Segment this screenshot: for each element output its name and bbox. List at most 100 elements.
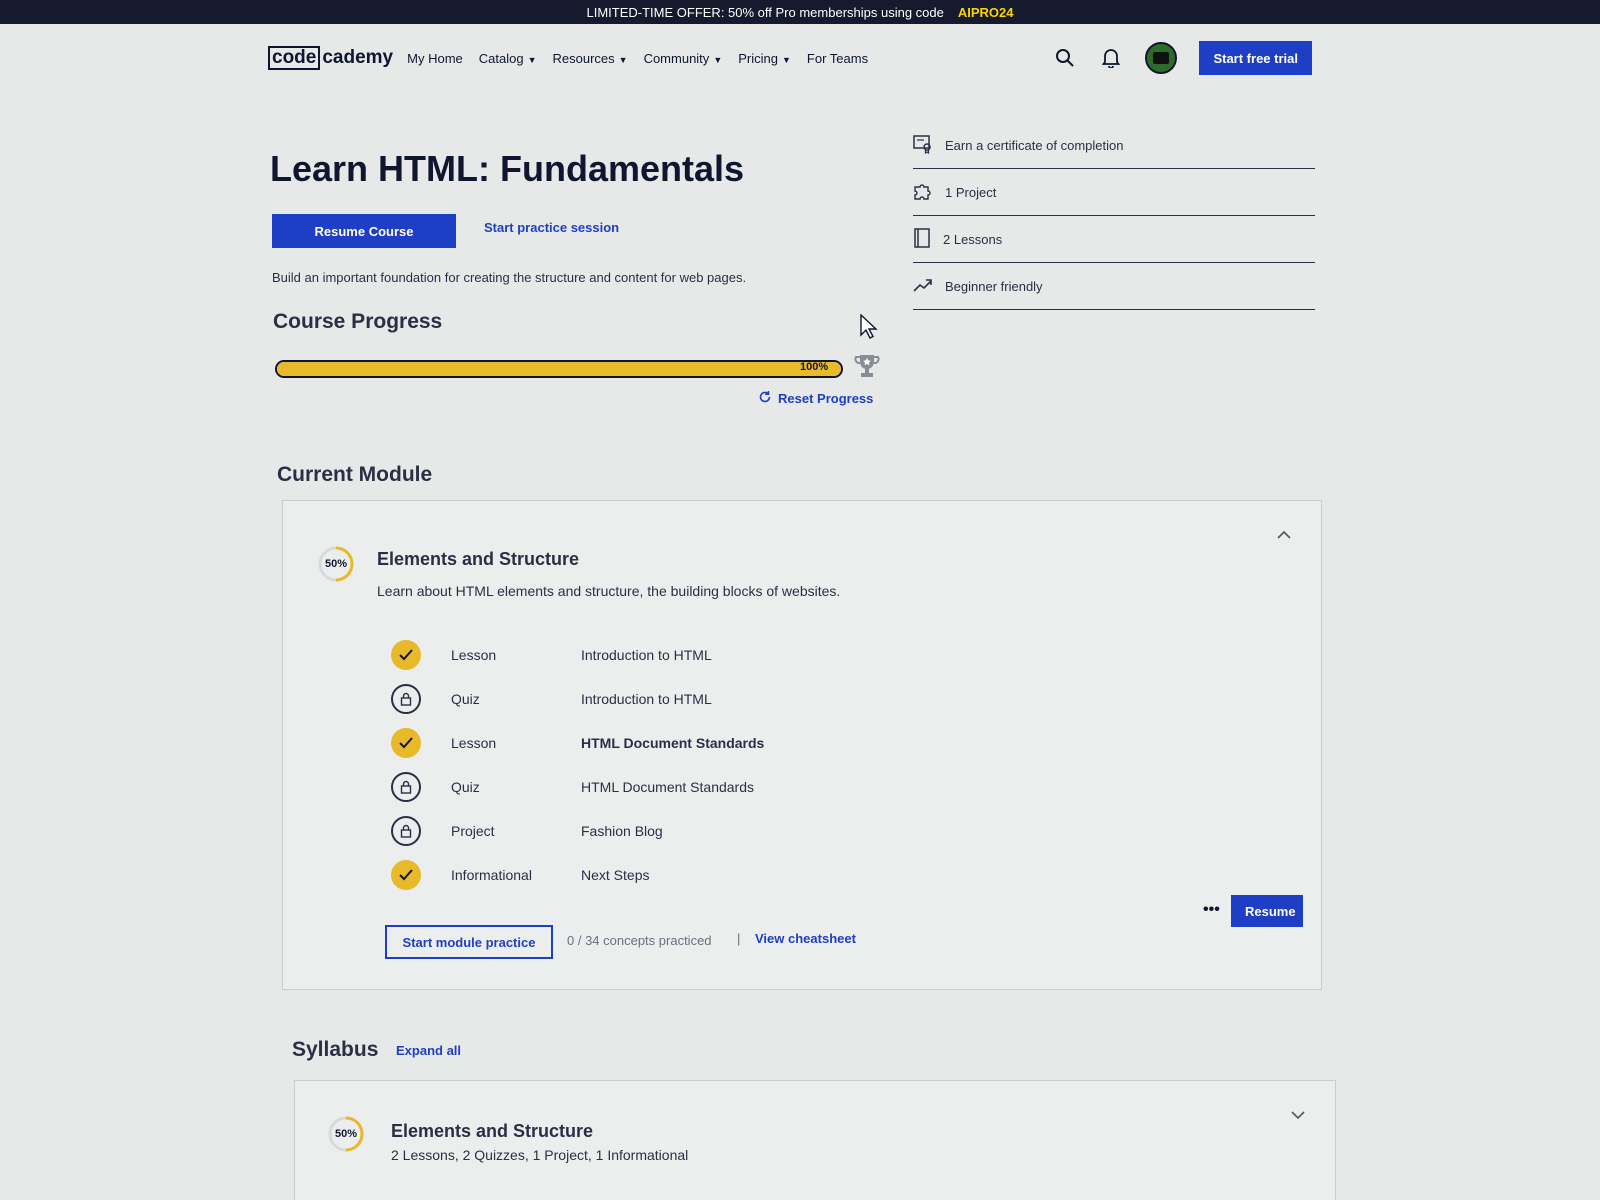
lock-icon [391, 816, 421, 846]
reset-icon [758, 390, 772, 407]
course-info-item: Earn a certificate of completion [913, 122, 1315, 169]
module-item-type: Lesson [451, 647, 497, 663]
puzzle-icon [913, 181, 933, 204]
module-item-name: Fashion Blog [581, 823, 663, 839]
mouse-cursor-icon [860, 313, 878, 345]
module-description: Learn about HTML elements and structure,… [377, 583, 841, 599]
module-item[interactable]: Informational Next Steps [391, 853, 991, 897]
view-cheatsheet-link[interactable]: View cheatsheet [755, 931, 856, 946]
certificate-icon [913, 134, 933, 157]
nav-link-resources[interactable]: Resources ▼ [553, 51, 628, 66]
course-info-label: 2 Lessons [943, 231, 1003, 247]
course-info-label: Earn a certificate of completion [945, 137, 1124, 153]
module-item[interactable]: Lesson HTML Document Standards [391, 721, 991, 765]
bell-icon[interactable] [1099, 46, 1123, 70]
check-icon [391, 728, 421, 758]
course-progress-fill [277, 362, 841, 376]
syllabus-module-card[interactable]: 50% Elements and Structure 2 Lessons, 2 … [294, 1080, 1336, 1200]
trophy-icon [853, 352, 881, 380]
syllabus-progress-percent: 50% [334, 1128, 358, 1140]
concepts-practiced: 0 / 34 concepts practiced [567, 933, 712, 948]
syllabus-heading: Syllabus [292, 1038, 379, 1061]
course-title: Learn HTML: Fundamentals [270, 148, 745, 189]
reset-progress-link[interactable]: Reset Progress [758, 390, 873, 407]
promo-banner: LIMITED-TIME OFFER: 50% off Pro membersh… [0, 0, 1600, 24]
expand-all-link[interactable]: Expand all [396, 1043, 461, 1058]
module-progress-percent: 50% [324, 558, 348, 570]
separator: | [737, 931, 741, 946]
nav-link-label: For Teams [806, 50, 869, 66]
module-item-type: Project [451, 823, 495, 839]
top-nav: code cademy My Home Catalog ▼ Resources ▼ Com… [268, 40, 1312, 76]
syllabus-module-summary: 2 Lessons, 2 Quizzes, 1 Project, 1 Infor… [391, 1147, 689, 1163]
start-module-practice-button[interactable]: Start module practice [385, 925, 553, 959]
module-item-list: Lesson Introduction to HTML Quiz Introducti… [391, 633, 991, 897]
logo-code-box: code [268, 46, 321, 70]
nav-link-label: My Home [407, 50, 463, 66]
nav-link-label: Catalog [478, 50, 524, 66]
reset-progress-label: Reset Progress [778, 391, 874, 406]
course-info-item: Beginner friendly [913, 263, 1315, 310]
course-progress-bar [275, 360, 843, 378]
lock-icon [391, 684, 421, 714]
course-info-label: Beginner friendly [945, 278, 1043, 294]
nav-link-for-teams[interactable]: For Teams [807, 51, 868, 66]
resume-course-button[interactable]: Resume Course [272, 214, 456, 248]
course-info-item: 2 Lessons [913, 216, 1315, 263]
module-item-name: HTML Document Standards [581, 779, 754, 795]
lock-icon [391, 772, 421, 802]
module-item-name: HTML Document Standards [581, 735, 765, 751]
book-icon [913, 227, 931, 251]
course-progress-percent: 100% [800, 361, 829, 373]
nav-links: My Home Catalog ▼ Resources ▼ Community ▼ Prici… [407, 51, 868, 66]
chevron-down-icon[interactable] [1291, 1107, 1305, 1125]
nav-link-label: Pricing [738, 50, 778, 66]
caret-down-icon: ▼ [527, 54, 537, 65]
codecademy-logo[interactable]: code cademy [268, 46, 393, 70]
start-free-trial-button[interactable]: Start free trial [1199, 41, 1312, 75]
promo-code: AIPRO24 [957, 4, 1014, 20]
logo-cademy: cademy [322, 47, 394, 68]
avatar-face [1153, 52, 1170, 64]
module-item-name: Introduction to HTML [581, 691, 712, 707]
more-options-icon[interactable]: ••• [1203, 901, 1220, 919]
start-practice-session-link[interactable]: Start practice session [484, 220, 619, 235]
module-item-type: Informational [451, 867, 532, 883]
course-info-label: 1 Project [945, 184, 997, 200]
nav-right: Start free trial [1053, 41, 1312, 75]
nav-link-catalog[interactable]: Catalog ▼ [479, 51, 537, 66]
module-item[interactable]: Quiz Introduction to HTML [391, 677, 991, 721]
current-module-card: 50% Elements and Structure Learn about H… [282, 500, 1322, 990]
nav-link-label: Community [643, 50, 710, 66]
trend-up-icon [913, 278, 933, 295]
check-icon [391, 640, 421, 670]
module-item[interactable]: Lesson Introduction to HTML [391, 633, 991, 677]
promo-text: LIMITED-TIME OFFER: 50% off Pro membersh… [586, 4, 944, 20]
module-item-type: Lesson [451, 735, 497, 751]
avatar[interactable] [1145, 42, 1178, 74]
module-item[interactable]: Quiz HTML Document Standards [391, 765, 991, 809]
nav-link-my-home[interactable]: My Home [407, 51, 463, 66]
course-info-item: 1 Project [913, 169, 1315, 216]
chevron-up-icon[interactable] [1277, 527, 1291, 545]
module-item[interactable]: Project Fashion Blog [391, 809, 991, 853]
nav-link-pricing[interactable]: Pricing ▼ [738, 51, 791, 66]
course-description: Build an important foundation for creati… [272, 270, 747, 285]
caret-down-icon: ▼ [713, 54, 723, 65]
resume-module-button[interactable]: Resume [1231, 895, 1303, 927]
nav-link-community[interactable]: Community ▼ [644, 51, 723, 66]
module-item-name: Introduction to HTML [581, 647, 712, 663]
module-name: Elements and Structure [377, 549, 580, 569]
syllabus-module-name: Elements and Structure [391, 1121, 594, 1141]
module-item-type: Quiz [451, 779, 480, 795]
current-module-heading: Current Module [277, 463, 433, 486]
module-item-name: Next Steps [581, 867, 650, 883]
caret-down-icon: ▼ [781, 54, 791, 65]
nav-link-label: Resources [552, 50, 615, 66]
search-icon[interactable] [1053, 46, 1077, 70]
course-progress-title: Course Progress [273, 310, 443, 333]
module-item-type: Quiz [451, 691, 480, 707]
course-info-list: Earn a certificate of completion 1 Projec… [913, 122, 1315, 310]
check-icon [391, 860, 421, 890]
caret-down-icon: ▼ [618, 54, 628, 65]
